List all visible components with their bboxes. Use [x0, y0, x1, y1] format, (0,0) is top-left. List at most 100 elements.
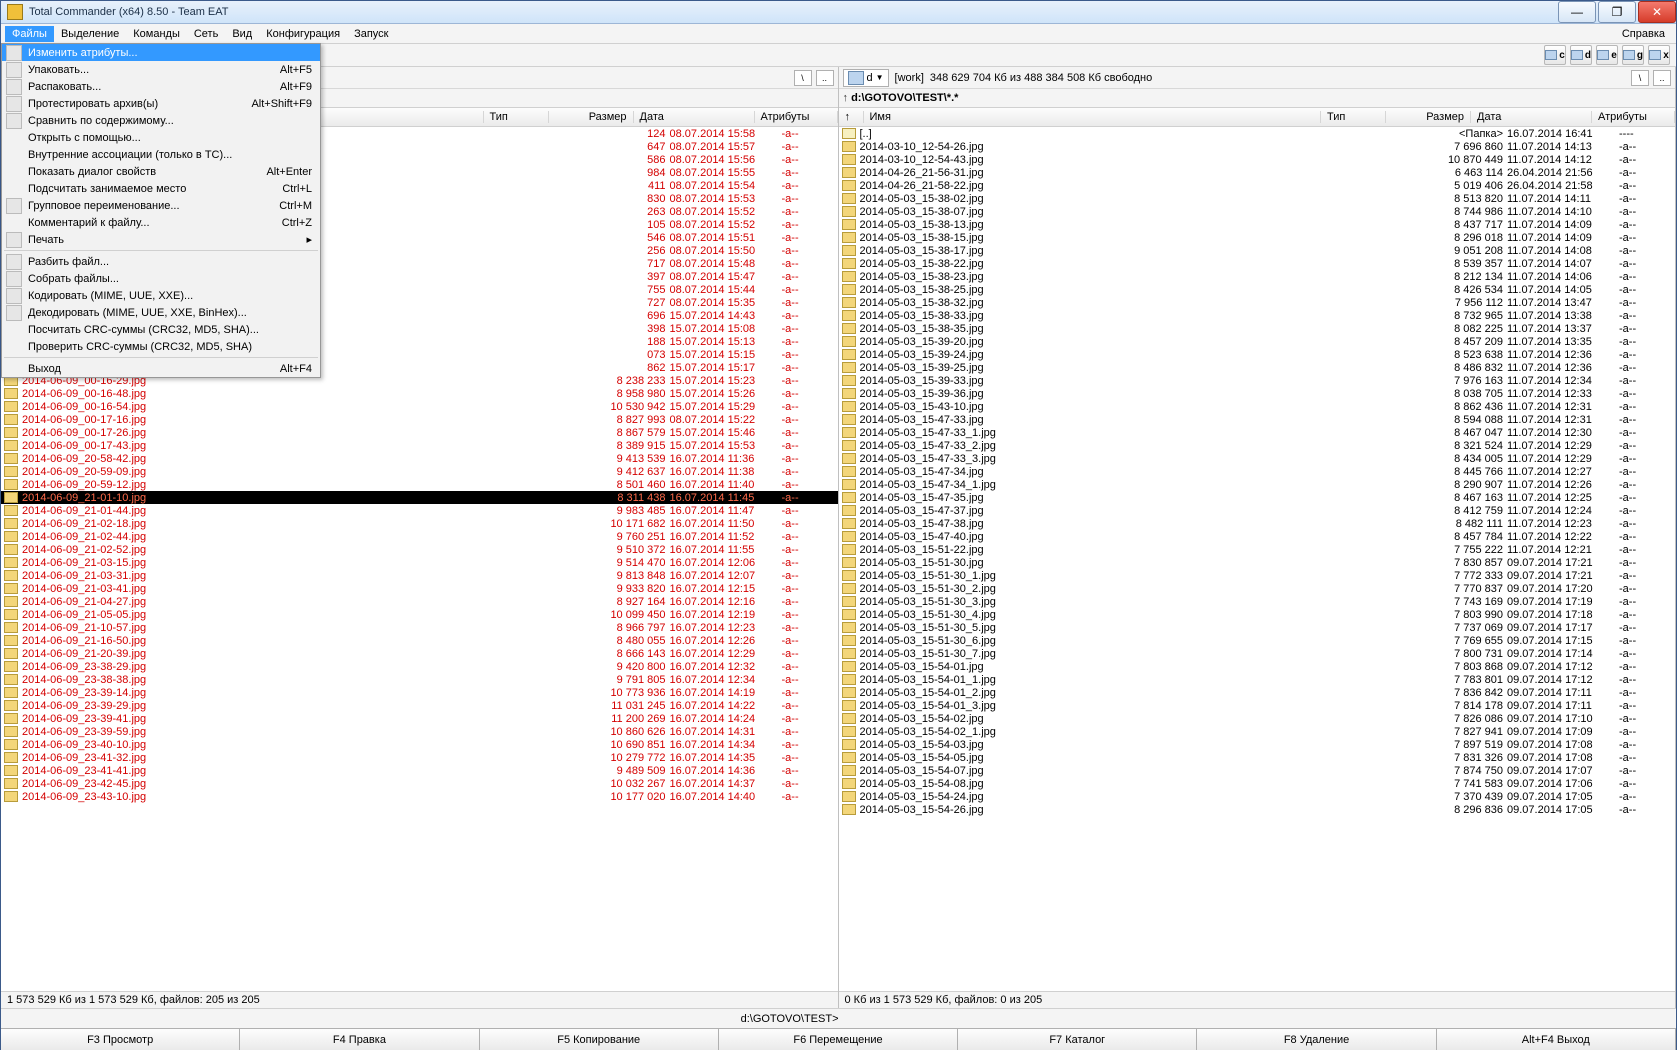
list-item[interactable]: 2014-05-03_15-54-02.jpg7 826 08609.07.20…	[839, 712, 1676, 725]
list-item[interactable]: 2014-06-09_23-38-38.jpg9 791 80516.07.20…	[1, 673, 838, 686]
right-up-button[interactable]: ..	[1653, 70, 1671, 86]
menuitem[interactable]: Комментарий к файлу...Ctrl+Z	[2, 214, 320, 231]
list-item[interactable]: 2014-06-09_23-39-14.jpg10 773 93616.07.2…	[1, 686, 838, 699]
list-item[interactable]: 2014-06-09_23-39-59.jpg10 860 62616.07.2…	[1, 725, 838, 738]
fkey-button[interactable]: F6 Перемещение	[719, 1029, 958, 1050]
list-item[interactable]: 2014-05-03_15-47-33_1.jpg8 467 04711.07.…	[839, 426, 1676, 439]
list-item[interactable]: 2014-05-03_15-54-01_1.jpg7 783 80109.07.…	[839, 673, 1676, 686]
list-item[interactable]: 2014-05-03_15-43-10.jpg8 862 43611.07.20…	[839, 400, 1676, 413]
fkey-button[interactable]: F3 Просмотр	[1, 1029, 240, 1050]
list-item[interactable]: 2014-05-03_15-38-32.jpg7 956 11211.07.20…	[839, 296, 1676, 309]
menu-конфигурация[interactable]: Конфигурация	[259, 26, 347, 42]
menu-файлы[interactable]: Файлы	[5, 26, 54, 42]
list-item[interactable]: 2014-06-09_23-43-10.jpg10 177 02016.07.2…	[1, 790, 838, 803]
right-header-attr[interactable]: Атрибуты	[1592, 111, 1675, 123]
list-item[interactable]: 2014-06-09_21-20-39.jpg8 666 14316.07.20…	[1, 647, 838, 660]
list-item[interactable]: 2014-06-09_20-58-42.jpg9 413 53916.07.20…	[1, 452, 838, 465]
list-item[interactable]: 2014-05-03_15-47-33_3.jpg8 434 00511.07.…	[839, 452, 1676, 465]
right-drive-select[interactable]: d ▼	[843, 69, 889, 87]
list-item[interactable]: 2014-06-09_23-41-32.jpg10 279 77216.07.2…	[1, 751, 838, 764]
list-item[interactable]: 2014-05-03_15-47-33_2.jpg8 321 52411.07.…	[839, 439, 1676, 452]
left-header-ext[interactable]: Тип	[484, 111, 549, 123]
drive-button-x[interactable]: x	[1648, 45, 1670, 65]
menuitem[interactable]: Групповое переименование...Ctrl+M	[2, 197, 320, 214]
list-item[interactable]: 2014-05-03_15-51-30_1.jpg7 772 33309.07.…	[839, 569, 1676, 582]
menuitem[interactable]: Декодировать (MIME, UUE, XXE, BinHex)...	[2, 304, 320, 321]
list-item[interactable]: 2014-06-09_21-05-05.jpg10 099 45016.07.2…	[1, 608, 838, 621]
list-item[interactable]: 2014-05-03_15-54-01_3.jpg7 814 17809.07.…	[839, 699, 1676, 712]
list-item[interactable]: 2014-05-03_15-39-33.jpg7 976 16311.07.20…	[839, 374, 1676, 387]
menuitem[interactable]: Проверить CRC-суммы (CRC32, MD5, SHA)	[2, 338, 320, 355]
fkey-button[interactable]: F7 Каталог	[958, 1029, 1197, 1050]
left-up-button[interactable]: ..	[816, 70, 834, 86]
menuitem[interactable]: Изменить атрибуты...	[2, 44, 320, 61]
list-item[interactable]: 2014-05-03_15-47-38.jpg8 482 11111.07.20…	[839, 517, 1676, 530]
list-item[interactable]: 2014-05-03_15-47-34_1.jpg8 290 90711.07.…	[839, 478, 1676, 491]
menuitem[interactable]: Внутренние ассоциации (только в TC)...	[2, 146, 320, 163]
list-item[interactable]: 2014-05-03_15-54-01.jpg7 803 86809.07.20…	[839, 660, 1676, 673]
list-item[interactable]: 2014-06-09_21-02-18.jpg10 171 68216.07.2…	[1, 517, 838, 530]
list-item[interactable]: 2014-06-09_21-03-31.jpg9 813 84816.07.20…	[1, 569, 838, 582]
menuitem[interactable]: Открыть с помощью...	[2, 129, 320, 146]
list-item[interactable]: 2014-06-09_21-04-27.jpg8 927 16416.07.20…	[1, 595, 838, 608]
list-item[interactable]: 2014-05-03_15-38-15.jpg8 296 01811.07.20…	[839, 231, 1676, 244]
list-item[interactable]: 2014-06-09_23-40-10.jpg10 690 85116.07.2…	[1, 738, 838, 751]
menu-запуск[interactable]: Запуск	[347, 26, 395, 42]
list-item[interactable]: 2014-06-09_23-41-41.jpg9 489 50916.07.20…	[1, 764, 838, 777]
right-header-date[interactable]: Дата	[1471, 111, 1592, 123]
left-root-button[interactable]: \	[794, 70, 812, 86]
list-item[interactable]: 2014-06-09_21-02-44.jpg9 760 25116.07.20…	[1, 530, 838, 543]
list-item[interactable]: 2014-05-03_15-39-20.jpg8 457 20911.07.20…	[839, 335, 1676, 348]
menu-команды[interactable]: Команды	[126, 26, 187, 42]
list-item[interactable]: 2014-04-26_21-56-31.jpg6 463 11426.04.20…	[839, 166, 1676, 179]
list-item[interactable]: 2014-06-09_23-42-45.jpg10 032 26716.07.2…	[1, 777, 838, 790]
menuitem[interactable]: Разбить файл...	[2, 253, 320, 270]
menuitem[interactable]: Распаковать...Alt+F9	[2, 78, 320, 95]
list-item[interactable]: 2014-05-03_15-39-36.jpg8 038 70511.07.20…	[839, 387, 1676, 400]
right-header-size[interactable]: Размер	[1386, 111, 1471, 123]
list-item[interactable]: 2014-05-03_15-54-01_2.jpg7 836 84209.07.…	[839, 686, 1676, 699]
list-item[interactable]: 2014-06-09_00-17-26.jpg8 867 57915.07.20…	[1, 426, 838, 439]
menu-вид[interactable]: Вид	[225, 26, 259, 42]
drive-button-e[interactable]: e	[1596, 45, 1618, 65]
menuitem[interactable]: Показать диалог свойствAlt+Enter	[2, 163, 320, 180]
list-item[interactable]: 2014-05-03_15-54-26.jpg8 296 83609.07.20…	[839, 803, 1676, 816]
drive-button-d[interactable]: d	[1570, 45, 1592, 65]
list-item[interactable]: 2014-05-03_15-54-02_1.jpg7 827 94109.07.…	[839, 725, 1676, 738]
list-item[interactable]: 2014-06-09_21-03-41.jpg9 933 82016.07.20…	[1, 582, 838, 595]
list-item[interactable]: 2014-03-10_12-54-43.jpg10 870 44911.07.2…	[839, 153, 1676, 166]
list-item[interactable]: 2014-05-03_15-47-35.jpg8 467 16311.07.20…	[839, 491, 1676, 504]
right-header-name[interactable]: Имя	[864, 111, 1322, 123]
command-line-bar[interactable]: d:\GOTOVO\TEST>	[1, 1008, 1676, 1028]
list-item[interactable]: 2014-04-26_21-58-22.jpg5 019 40626.04.20…	[839, 179, 1676, 192]
list-item[interactable]: 2014-05-03_15-38-22.jpg8 539 35711.07.20…	[839, 257, 1676, 270]
minimize-button[interactable]: —	[1558, 1, 1596, 23]
list-item[interactable]: 2014-06-09_00-16-54.jpg10 530 94215.07.2…	[1, 400, 838, 413]
right-path-bar[interactable]: ↑ d:\GOTOVO\TEST\*.*	[839, 89, 1676, 108]
menu-help[interactable]: Справка	[1615, 26, 1672, 42]
list-item[interactable]: 2014-05-03_15-54-08.jpg7 741 58309.07.20…	[839, 777, 1676, 790]
list-item[interactable]: 2014-05-03_15-38-33.jpg8 732 96511.07.20…	[839, 309, 1676, 322]
list-item[interactable]: 2014-05-03_15-54-05.jpg7 831 32609.07.20…	[839, 751, 1676, 764]
list-item[interactable]: 2014-06-09_20-59-12.jpg8 501 46016.07.20…	[1, 478, 838, 491]
list-item[interactable]: 2014-06-09_23-39-41.jpg11 200 26916.07.2…	[1, 712, 838, 725]
list-item[interactable]: 2014-06-09_21-02-52.jpg9 510 37216.07.20…	[1, 543, 838, 556]
right-root-button[interactable]: \	[1631, 70, 1649, 86]
left-header-size[interactable]: Размер	[549, 111, 634, 123]
drive-button-g[interactable]: g	[1622, 45, 1644, 65]
list-item[interactable]: 2014-06-09_21-03-15.jpg9 514 47016.07.20…	[1, 556, 838, 569]
fkey-button[interactable]: Alt+F4 Выход	[1437, 1029, 1676, 1050]
list-item[interactable]: 2014-05-03_15-38-25.jpg8 426 53411.07.20…	[839, 283, 1676, 296]
list-item[interactable]: 2014-06-09_00-17-16.jpg8 827 99308.07.20…	[1, 413, 838, 426]
list-item[interactable]: 2014-05-03_15-47-33.jpg8 594 08811.07.20…	[839, 413, 1676, 426]
maximize-button[interactable]: ❐	[1598, 1, 1636, 23]
menuitem[interactable]: Кодировать (MIME, UUE, XXE)...	[2, 287, 320, 304]
menuitem[interactable]: Собрать файлы...	[2, 270, 320, 287]
list-item[interactable]: 2014-05-03_15-38-13.jpg8 437 71711.07.20…	[839, 218, 1676, 231]
list-item[interactable]: 2014-05-03_15-39-25.jpg8 486 83211.07.20…	[839, 361, 1676, 374]
menuitem[interactable]: Протестировать архив(ы)Alt+Shift+F9	[2, 95, 320, 112]
list-item[interactable]: 2014-05-03_15-51-30_5.jpg7 737 06909.07.…	[839, 621, 1676, 634]
list-item[interactable]: 2014-05-03_15-38-02.jpg8 513 82011.07.20…	[839, 192, 1676, 205]
list-item[interactable]: 2014-03-10_12-54-26.jpg7 696 86011.07.20…	[839, 140, 1676, 153]
list-item[interactable]: 2014-06-09_21-01-10.jpg8 311 43816.07.20…	[1, 491, 838, 504]
